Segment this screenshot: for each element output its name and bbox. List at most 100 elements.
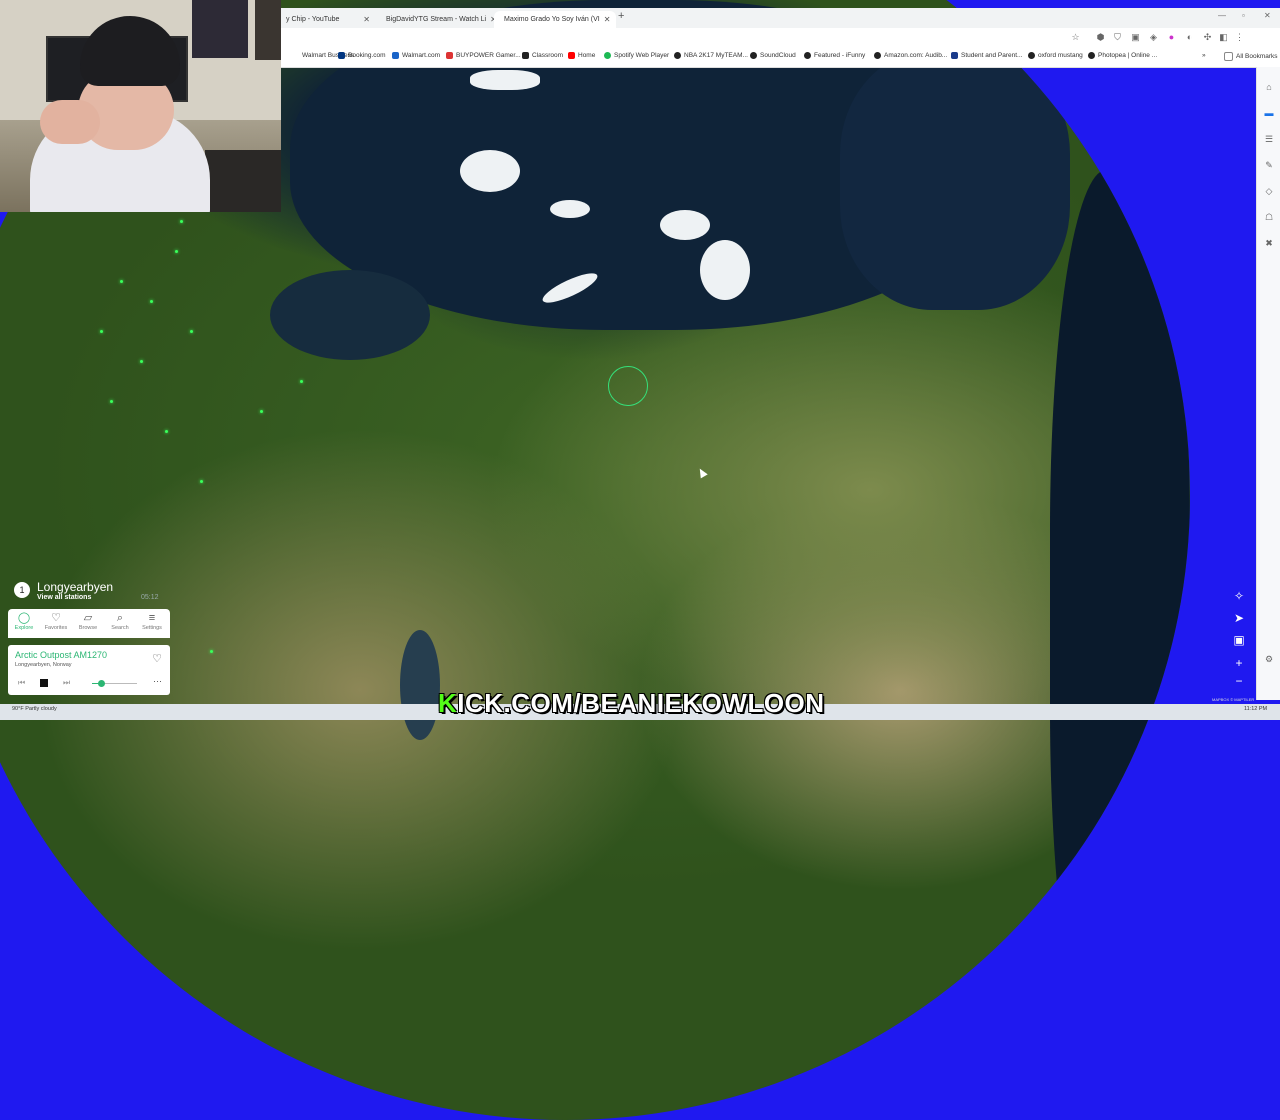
extension-icon[interactable]: ⬢ <box>1095 32 1106 43</box>
bookmark-star-icon[interactable]: ☆ <box>1070 32 1081 43</box>
city-light <box>190 330 193 333</box>
next-icon[interactable]: ⏭ <box>63 678 70 688</box>
close-icon[interactable]: ✕ <box>363 15 370 24</box>
view-all-stations-link[interactable]: View all stations <box>37 594 91 601</box>
locate-arrow-icon[interactable]: ➤ <box>1231 610 1247 626</box>
close-icon[interactable]: ✕ <box>604 15 611 24</box>
wall-poster <box>192 0 248 58</box>
oxford-icon <box>1028 52 1035 59</box>
bookmark-item[interactable]: Photopea | Online ... <box>1088 52 1157 59</box>
nav-explore[interactable]: ◯ Explore <box>9 612 39 631</box>
bookmark-label: BUYPOWER Gamer... <box>456 52 521 59</box>
greenland-ice <box>470 70 540 90</box>
city-light <box>260 410 263 413</box>
bookmark-item[interactable]: Booking.com <box>338 52 386 59</box>
edit-icon[interactable]: ✎ <box>1263 159 1275 171</box>
bookmark-item[interactable]: Home <box>568 52 595 59</box>
webcam-feed <box>0 0 281 212</box>
bookmark-label: Photopea | Online ... <box>1098 52 1158 59</box>
pin-icon[interactable]: ⌂ <box>1263 81 1275 93</box>
station-title[interactable]: Arctic Outpost AM1270 <box>15 650 107 660</box>
city-light <box>180 220 183 223</box>
weather-widget[interactable]: 90°F Partly cloudy <box>12 706 57 712</box>
nav-search[interactable]: ⌕ Search <box>105 612 135 631</box>
maximize-icon[interactable]: ▫ <box>1242 11 1245 20</box>
chat-icon[interactable]: ▬ <box>1263 107 1275 119</box>
more-options-icon[interactable]: ⋯ <box>153 676 162 687</box>
extension-icon[interactable]: ● <box>1166 32 1177 43</box>
nav-label: Browse <box>78 625 98 631</box>
extension-icon[interactable]: ◈ <box>1148 32 1159 43</box>
minimize-icon[interactable]: — <box>1218 11 1226 20</box>
severnaya-ice <box>660 210 710 240</box>
svalbard-ice <box>460 150 520 192</box>
previous-icon[interactable]: ⏮ <box>18 678 25 688</box>
bookmark-item[interactable]: Walmart.com <box>392 52 440 59</box>
city-light <box>300 380 303 383</box>
nav-settings[interactable]: ≡ Settings <box>137 612 167 631</box>
stop-button[interactable] <box>40 679 48 687</box>
new-tab-button[interactable]: + <box>618 10 624 22</box>
soundcloud-icon <box>750 52 757 59</box>
tab-label: BigDavidYTG Stream - Watch Li <box>386 16 487 23</box>
bookmark-item[interactable]: Spotify Web Player <box>604 52 669 59</box>
tools-icon[interactable]: ✖ <box>1263 237 1275 249</box>
clock-time: 11:12 PM <box>1244 706 1268 712</box>
browser-toolbar: ☆ ⬢ ⛉ ▣ ◈ ● ◐ ✣ ◧ ⋮ <box>280 28 1280 48</box>
nav-browse[interactable]: ▱ Browse <box>73 612 103 631</box>
tab-label: Maximo Grado Yo Soy Iván (VI <box>504 16 600 23</box>
bookmark-item[interactable]: BUYPOWER Gamer... <box>446 52 521 59</box>
bookmark-label: Amazon.com: Audib... <box>884 52 948 59</box>
taimyr-ice <box>700 240 750 300</box>
city-light <box>150 300 153 303</box>
bookmark-item[interactable]: oxford mustang <box>1028 52 1083 59</box>
settings-gear-icon[interactable]: ⚙ <box>1263 653 1275 665</box>
ifunny-icon <box>804 52 811 59</box>
bookmark-item[interactable]: Classroom <box>522 52 563 59</box>
bookmark-item[interactable]: Featured - iFunny <box>804 52 865 59</box>
more-bookmarks-icon[interactable]: » <box>1202 52 1206 59</box>
extension-icon[interactable]: ⛉ <box>1112 32 1123 43</box>
bookmark-label: Spotify Web Player <box>614 52 670 59</box>
game-icon[interactable]: ☖ <box>1263 211 1275 223</box>
tag-icon[interactable]: ◇ <box>1263 185 1275 197</box>
tab-youtube[interactable]: y Chip - YouTube ✕ <box>280 11 376 28</box>
bookmark-item[interactable]: NBA 2K17 MyTEAM... <box>674 52 748 59</box>
radio-nav-bar: ◯ Explore ♡ Favorites ▱ Browse ⌕ Search … <box>8 609 170 638</box>
city-light <box>110 400 113 403</box>
volume-slider[interactable] <box>92 680 137 687</box>
lightbulb-icon[interactable]: ✧ <box>1231 588 1247 604</box>
station-location: Longyearbyen, Norway <box>15 662 72 668</box>
nav-label: Settings <box>142 625 162 631</box>
list-icon[interactable]: ☰ <box>1263 133 1275 145</box>
puzzle-icon[interactable]: ✣ <box>1202 32 1213 43</box>
volume-knob[interactable] <box>98 680 105 687</box>
taskbar-clock[interactable]: 11:12 PM <box>1244 706 1267 712</box>
extension-icon[interactable]: ▣ <box>1130 32 1141 43</box>
window-close-icon[interactable]: ✕ <box>1264 11 1271 20</box>
kick-url-text: ICK.COM/BEANIEKOWLOON <box>457 688 825 718</box>
bookmark-label: oxford mustang <box>1038 52 1083 59</box>
favorite-heart-icon[interactable]: ♡ <box>152 652 162 665</box>
sidebar-icon[interactable]: ◧ <box>1218 32 1229 43</box>
all-bookmarks[interactable]: All Bookmarks <box>1224 52 1278 61</box>
map-icon: ▱ <box>83 612 93 624</box>
nba-icon <box>674 52 681 59</box>
extension-icon[interactable]: ◐ <box>1184 32 1195 43</box>
menu-icon[interactable]: ⋮ <box>1234 32 1245 43</box>
zoom-out-button[interactable]: − <box>1231 673 1247 689</box>
bookmark-item[interactable]: SoundCloud <box>750 52 796 59</box>
tab-youtube-video[interactable]: Maximo Grado Yo Soy Iván (VI ✕ <box>494 11 616 28</box>
nav-favorites[interactable]: ♡ Favorites <box>41 612 71 631</box>
map-location-marker[interactable] <box>608 366 648 406</box>
white-sea <box>270 270 430 360</box>
bookmark-item[interactable]: Student and Parent... <box>951 52 1022 59</box>
tab-kick-stream[interactable]: BigDavidYTG Stream - Watch Li ✕ <box>376 11 497 28</box>
buypower-icon <box>446 52 453 59</box>
lock-icon[interactable]: ▣ <box>1231 632 1247 648</box>
search-icon: ⌕ <box>116 612 124 624</box>
wall-poster <box>255 0 281 60</box>
student-parent-icon <box>951 52 958 59</box>
bookmark-item[interactable]: Amazon.com: Audib... <box>874 52 947 59</box>
zoom-in-button[interactable]: + <box>1231 655 1247 671</box>
